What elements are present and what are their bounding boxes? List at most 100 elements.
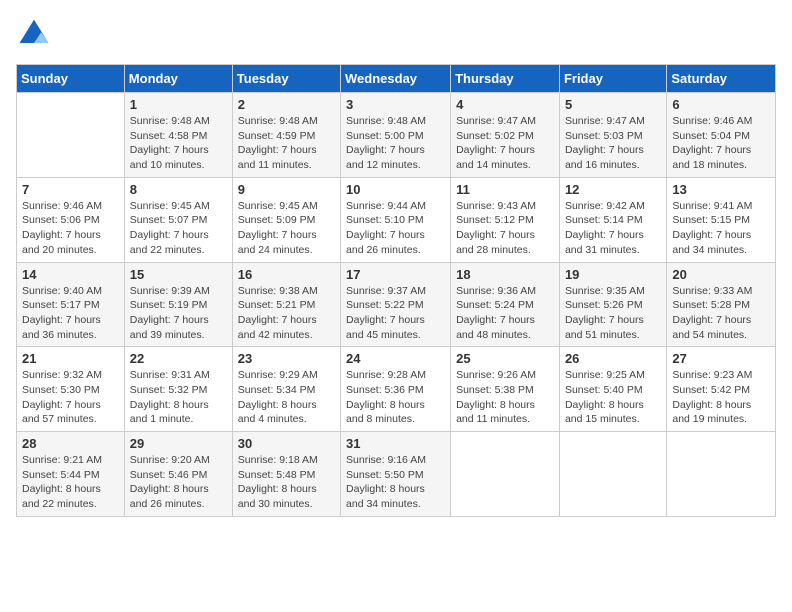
calendar-cell: 5 Sunrise: 9:47 AM Sunset: 5:03 PM Daylig… [559,93,666,178]
calendar-cell: 9 Sunrise: 9:45 AM Sunset: 5:09 PM Daylig… [232,177,340,262]
day-info: Sunrise: 9:45 AM Sunset: 5:07 PM Dayligh… [130,199,227,258]
weekday-header-row: SundayMondayTuesdayWednesdayThursdayFrid… [17,65,776,93]
day-info: Sunrise: 9:18 AM Sunset: 5:48 PM Dayligh… [238,453,335,512]
day-number: 19 [565,267,661,282]
day-info: Sunrise: 9:26 AM Sunset: 5:38 PM Dayligh… [456,368,554,427]
day-number: 2 [238,97,335,112]
day-number: 27 [672,351,770,366]
page-header [16,16,776,52]
day-info: Sunrise: 9:48 AM Sunset: 4:59 PM Dayligh… [238,114,335,173]
weekday-header-tuesday: Tuesday [232,65,340,93]
day-number: 7 [22,182,119,197]
day-number: 21 [22,351,119,366]
day-number: 5 [565,97,661,112]
day-info: Sunrise: 9:46 AM Sunset: 5:06 PM Dayligh… [22,199,119,258]
calendar-header: SundayMondayTuesdayWednesdayThursdayFrid… [17,65,776,93]
calendar-cell: 11 Sunrise: 9:43 AM Sunset: 5:12 PM Dayli… [451,177,560,262]
day-info: Sunrise: 9:47 AM Sunset: 5:02 PM Dayligh… [456,114,554,173]
day-number: 13 [672,182,770,197]
calendar-cell: 8 Sunrise: 9:45 AM Sunset: 5:07 PM Daylig… [124,177,232,262]
weekday-header-sunday: Sunday [17,65,125,93]
day-info: Sunrise: 9:20 AM Sunset: 5:46 PM Dayligh… [130,453,227,512]
day-info: Sunrise: 9:21 AM Sunset: 5:44 PM Dayligh… [22,453,119,512]
calendar-cell: 21 Sunrise: 9:32 AM Sunset: 5:30 PM Dayli… [17,347,125,432]
day-info: Sunrise: 9:39 AM Sunset: 5:19 PM Dayligh… [130,284,227,343]
calendar-cell: 16 Sunrise: 9:38 AM Sunset: 5:21 PM Dayli… [232,262,340,347]
day-number: 8 [130,182,227,197]
logo [16,16,58,52]
weekday-header-wednesday: Wednesday [341,65,451,93]
day-number: 4 [456,97,554,112]
day-number: 1 [130,97,227,112]
calendar-cell: 3 Sunrise: 9:48 AM Sunset: 5:00 PM Daylig… [341,93,451,178]
calendar-cell: 14 Sunrise: 9:40 AM Sunset: 5:17 PM Dayli… [17,262,125,347]
day-info: Sunrise: 9:25 AM Sunset: 5:40 PM Dayligh… [565,368,661,427]
calendar-cell: 10 Sunrise: 9:44 AM Sunset: 5:10 PM Dayli… [341,177,451,262]
calendar-table: SundayMondayTuesdayWednesdayThursdayFrid… [16,64,776,517]
calendar-cell: 26 Sunrise: 9:25 AM Sunset: 5:40 PM Dayli… [559,347,666,432]
day-number: 12 [565,182,661,197]
day-number: 24 [346,351,445,366]
calendar-cell: 1 Sunrise: 9:48 AM Sunset: 4:58 PM Daylig… [124,93,232,178]
calendar-cell [559,432,666,517]
day-number: 15 [130,267,227,282]
day-number: 20 [672,267,770,282]
weekday-header-monday: Monday [124,65,232,93]
day-info: Sunrise: 9:41 AM Sunset: 5:15 PM Dayligh… [672,199,770,258]
day-info: Sunrise: 9:32 AM Sunset: 5:30 PM Dayligh… [22,368,119,427]
day-number: 9 [238,182,335,197]
day-info: Sunrise: 9:42 AM Sunset: 5:14 PM Dayligh… [565,199,661,258]
calendar-cell: 30 Sunrise: 9:18 AM Sunset: 5:48 PM Dayli… [232,432,340,517]
calendar-cell: 24 Sunrise: 9:28 AM Sunset: 5:36 PM Dayli… [341,347,451,432]
day-number: 23 [238,351,335,366]
day-number: 11 [456,182,554,197]
calendar-cell: 13 Sunrise: 9:41 AM Sunset: 5:15 PM Dayli… [667,177,776,262]
day-info: Sunrise: 9:48 AM Sunset: 5:00 PM Dayligh… [346,114,445,173]
day-info: Sunrise: 9:47 AM Sunset: 5:03 PM Dayligh… [565,114,661,173]
day-info: Sunrise: 9:48 AM Sunset: 4:58 PM Dayligh… [130,114,227,173]
day-number: 30 [238,436,335,451]
calendar-cell: 15 Sunrise: 9:39 AM Sunset: 5:19 PM Dayli… [124,262,232,347]
calendar-cell: 22Sunrise: 9:31 AM Sunset: 5:32 PM Dayli… [124,347,232,432]
calendar-cell: 23 Sunrise: 9:29 AM Sunset: 5:34 PM Dayli… [232,347,340,432]
day-info: Sunrise: 9:33 AM Sunset: 5:28 PM Dayligh… [672,284,770,343]
calendar-cell [17,93,125,178]
calendar-week-row: 7 Sunrise: 9:46 AM Sunset: 5:06 PM Daylig… [17,177,776,262]
day-info: Sunrise: 9:37 AM Sunset: 5:22 PM Dayligh… [346,284,445,343]
calendar-cell: 2 Sunrise: 9:48 AM Sunset: 4:59 PM Daylig… [232,93,340,178]
day-info: Sunrise: 9:43 AM Sunset: 5:12 PM Dayligh… [456,199,554,258]
day-info: Sunrise: 9:45 AM Sunset: 5:09 PM Dayligh… [238,199,335,258]
weekday-header-thursday: Thursday [451,65,560,93]
day-info: Sunrise: 9:28 AM Sunset: 5:36 PM Dayligh… [346,368,445,427]
calendar-cell: 18Sunrise: 9:36 AM Sunset: 5:24 PM Dayli… [451,262,560,347]
calendar-cell [667,432,776,517]
calendar-cell: 28Sunrise: 9:21 AM Sunset: 5:44 PM Dayli… [17,432,125,517]
day-info: Sunrise: 9:46 AM Sunset: 5:04 PM Dayligh… [672,114,770,173]
calendar-cell: 4 Sunrise: 9:47 AM Sunset: 5:02 PM Daylig… [451,93,560,178]
day-number: 25 [456,351,554,366]
calendar-cell: 20 Sunrise: 9:33 AM Sunset: 5:28 PM Dayli… [667,262,776,347]
calendar-cell [451,432,560,517]
day-info: Sunrise: 9:16 AM Sunset: 5:50 PM Dayligh… [346,453,445,512]
logo-icon [16,16,52,52]
day-number: 26 [565,351,661,366]
calendar-week-row: 28Sunrise: 9:21 AM Sunset: 5:44 PM Dayli… [17,432,776,517]
calendar-cell: 17 Sunrise: 9:37 AM Sunset: 5:22 PM Dayli… [341,262,451,347]
day-info: Sunrise: 9:29 AM Sunset: 5:34 PM Dayligh… [238,368,335,427]
day-info: Sunrise: 9:35 AM Sunset: 5:26 PM Dayligh… [565,284,661,343]
calendar-body: 1 Sunrise: 9:48 AM Sunset: 4:58 PM Daylig… [17,93,776,517]
day-info: Sunrise: 9:38 AM Sunset: 5:21 PM Dayligh… [238,284,335,343]
day-number: 14 [22,267,119,282]
calendar-cell: 7 Sunrise: 9:46 AM Sunset: 5:06 PM Daylig… [17,177,125,262]
day-number: 3 [346,97,445,112]
day-info: Sunrise: 9:36 AM Sunset: 5:24 PM Dayligh… [456,284,554,343]
day-info: Sunrise: 9:40 AM Sunset: 5:17 PM Dayligh… [22,284,119,343]
day-number: 16 [238,267,335,282]
day-number: 17 [346,267,445,282]
day-number: 10 [346,182,445,197]
day-number: 22 [130,351,227,366]
day-info: Sunrise: 9:44 AM Sunset: 5:10 PM Dayligh… [346,199,445,258]
calendar-cell: 25 Sunrise: 9:26 AM Sunset: 5:38 PM Dayli… [451,347,560,432]
calendar-week-row: 21 Sunrise: 9:32 AM Sunset: 5:30 PM Dayli… [17,347,776,432]
calendar-cell: 31Sunrise: 9:16 AM Sunset: 5:50 PM Dayli… [341,432,451,517]
